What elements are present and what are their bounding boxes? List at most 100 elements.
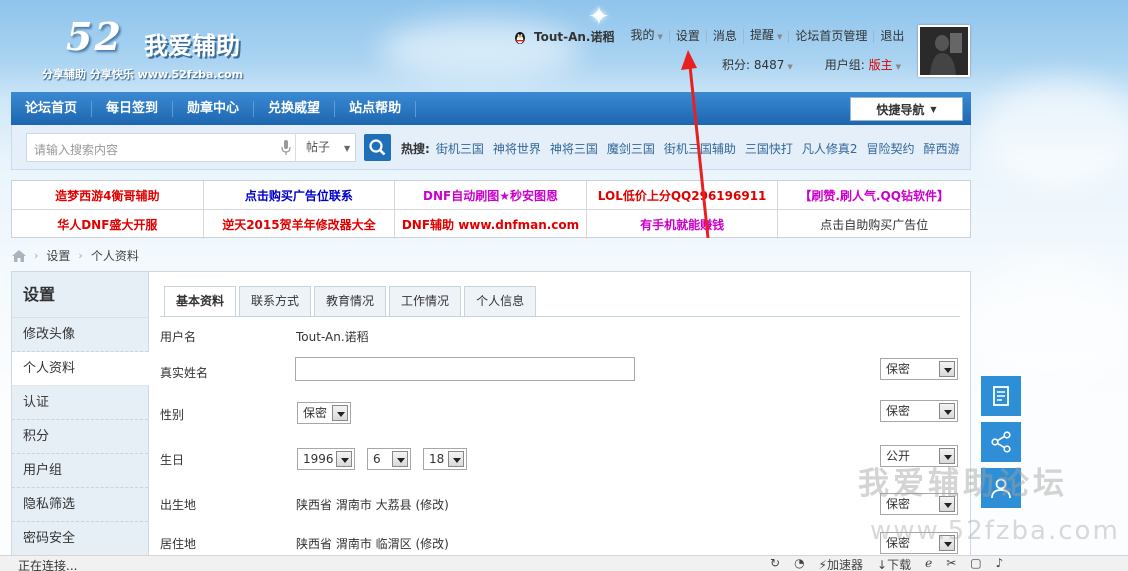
nav-medal-center[interactable]: 勋章中心 <box>173 100 255 117</box>
ad-link[interactable]: 华人DNF盛大开服 <box>12 210 204 239</box>
document-icon <box>993 386 1009 406</box>
nav-daily-signin[interactable]: 每日签到 <box>92 100 174 117</box>
background-cloud <box>980 80 1128 190</box>
site-logo[interactable]: 52 我爱辅助 分享辅助 分享快乐 www.52fzba.com <box>42 14 302 84</box>
breadcrumb-separator-icon: › <box>78 249 83 262</box>
ad-link[interactable]: DNF辅助 www.dnfman.com <box>395 210 587 239</box>
tab-personal-info[interactable]: 个人信息 <box>464 286 537 316</box>
ad-link[interactable]: 造梦西游4衡哥辅助 <box>12 181 204 210</box>
ad-link[interactable]: 点击自助购买广告位 <box>778 210 970 239</box>
nav-exchange-prestige[interactable]: 兑换威望 <box>254 100 336 117</box>
status-toolbar: ↻ ◔ ⚡加速器 ↓下载 ℯ ✂ ▢ ♪ <box>770 556 1003 571</box>
sidebar-item-password[interactable]: 密码安全 <box>12 522 148 556</box>
settings-link[interactable]: 设置 <box>668 30 706 43</box>
search-input[interactable]: 请输入搜索内容 <box>34 141 118 158</box>
ad-link[interactable]: DNF自动刷图★秒安图恩 <box>395 181 587 210</box>
settings-panel: 设置 修改头像 个人资料 认证 积分 用户组 隐私筛选 密码安全 基本资料 联系… <box>11 271 971 571</box>
refresh-icon[interactable]: ↻ <box>770 556 780 571</box>
sidebar-item-usergroup[interactable]: 用户组 <box>12 454 148 488</box>
home-icon[interactable] <box>12 249 26 262</box>
nav-site-help[interactable]: 站点帮助 <box>335 100 417 117</box>
forum-home-admin-link[interactable]: 论坛首页管理 <box>788 30 873 43</box>
birth-day-value: 18 <box>429 452 445 466</box>
dropdown-arrow-icon <box>448 451 464 467</box>
breadcrumb: › 设置 › 个人资料 <box>12 247 139 264</box>
birth-year-select[interactable]: 1996 <box>297 448 355 470</box>
post-button[interactable] <box>981 376 1021 416</box>
quick-nav-button[interactable]: 快捷导航 ▼ <box>850 97 963 121</box>
chevron-down-icon: ▼ <box>787 63 793 71</box>
ad-link[interactable]: LOL低价上分QQ296196911 <box>586 181 779 210</box>
share-button[interactable] <box>981 422 1021 462</box>
ad-link[interactable]: 逆天2015贺羊年修改器大全 <box>204 210 396 239</box>
hot-search-item[interactable]: 三国快打 <box>745 140 793 157</box>
search-icon <box>369 139 386 156</box>
accelerator-button[interactable]: ⚡加速器 <box>819 556 863 571</box>
realname-input[interactable] <box>295 357 635 381</box>
breadcrumb-separator-icon: › <box>34 249 39 262</box>
birth-month-select[interactable]: 6 <box>367 448 411 470</box>
birth-month-value: 6 <box>373 452 381 466</box>
sidebar-item-avatar[interactable]: 修改头像 <box>12 318 148 352</box>
window-icon[interactable]: ▢ <box>970 556 981 571</box>
hot-search-item[interactable]: 冒险契约 <box>867 140 915 157</box>
ad-grid: 造梦西游4衡哥辅助 点击购买广告位联系 DNF自动刷图★秒安图恩 LOL低价上分… <box>11 180 971 239</box>
hot-search-item[interactable]: 魔剑三国 <box>607 140 655 157</box>
user-stats: 积分: 8487 ▼ 用户组: 版主 ▼ <box>722 56 901 73</box>
ad-link[interactable]: 有手机就能赚钱 <box>587 210 779 239</box>
avatar[interactable] <box>918 25 970 77</box>
ad-link[interactable]: 【刷赞.刷人气.QQ钻软件】 <box>778 181 970 210</box>
residence-value[interactable]: 陕西省 渭南市 临渭区 (修改) <box>296 535 449 552</box>
hot-search-item[interactable]: 街机三国 <box>436 140 484 157</box>
sidebar-item-verification[interactable]: 认证 <box>12 386 148 420</box>
privacy-select[interactable]: 保密 <box>880 358 958 380</box>
sidebar-item-points[interactable]: 积分 <box>12 420 148 454</box>
download-icon: ↓ <box>877 558 888 571</box>
dropdown-arrow-icon <box>939 361 955 377</box>
gender-select[interactable]: 保密 <box>297 402 351 424</box>
sidebar-item-privacy[interactable]: 隐私筛选 <box>12 488 148 522</box>
points-menu[interactable]: 积分: 8487 ▼ <box>722 56 793 73</box>
search-box[interactable]: 请输入搜索内容 帖子 ▼ <box>26 133 356 162</box>
hot-search-item[interactable]: 凡人修真2 <box>802 140 858 157</box>
search-button[interactable] <box>364 134 391 161</box>
volume-icon[interactable]: ♪ <box>996 556 1004 571</box>
breadcrumb-settings[interactable]: 设置 <box>46 247 70 264</box>
privacy-select[interactable]: 保密 <box>880 400 958 422</box>
username-link[interactable]: Tout-An.诺稻 <box>534 28 615 45</box>
screenshot-icon[interactable]: ✂ <box>946 556 956 571</box>
avatar-image <box>920 27 968 75</box>
tab-work[interactable]: 工作情况 <box>389 286 462 316</box>
hot-search-item[interactable]: 醉西游 <box>924 140 960 157</box>
messages-link[interactable]: 消息 <box>705 30 743 43</box>
nav-forum-home[interactable]: 论坛首页 <box>11 100 93 117</box>
microphone-icon[interactable] <box>281 140 291 156</box>
user-group-menu[interactable]: 用户组: 版主 ▼ <box>825 56 901 73</box>
globe-icon[interactable]: ◔ <box>794 556 804 571</box>
tab-basic-info[interactable]: 基本资料 <box>164 286 237 317</box>
watermark-url: www.52fzba.com <box>870 516 1120 546</box>
logout-link[interactable]: 退出 <box>873 30 910 43</box>
my-menu-label: 我的 <box>630 28 655 42</box>
browser-icon[interactable]: ℯ <box>925 556 932 571</box>
birthplace-value[interactable]: 陕西省 渭南市 大荔县 (修改) <box>296 496 449 513</box>
download-button[interactable]: ↓下载 <box>877 556 911 571</box>
sidebar-item-profile[interactable]: 个人资料 <box>12 352 149 386</box>
reminders-menu[interactable]: 提醒 ▼ <box>742 29 788 44</box>
my-menu[interactable]: 我的 ▼ <box>625 29 669 44</box>
hot-search-item[interactable]: 神将世界 <box>493 140 541 157</box>
tab-contact[interactable]: 联系方式 <box>239 286 312 316</box>
privacy-select-value: 保密 <box>886 404 911 418</box>
birth-year-value: 1996 <box>303 452 334 466</box>
ad-link[interactable]: 点击购买广告位联系 <box>203 181 396 210</box>
hot-search-item[interactable]: 神将三国 <box>550 140 598 157</box>
gender-label: 性别 <box>160 408 185 422</box>
hot-search-item[interactable]: 街机三国辅助 <box>664 140 736 157</box>
username-label: 用户名 <box>160 330 197 344</box>
username-value: Tout-An.诺稻 <box>296 330 369 344</box>
status-text: 正在连接... <box>18 559 78 571</box>
tab-education[interactable]: 教育情况 <box>314 286 387 316</box>
realname-label: 真实姓名 <box>160 366 209 380</box>
search-scope-select[interactable]: 帖子 ▼ <box>295 134 357 161</box>
birth-day-select[interactable]: 18 <box>423 448 467 470</box>
